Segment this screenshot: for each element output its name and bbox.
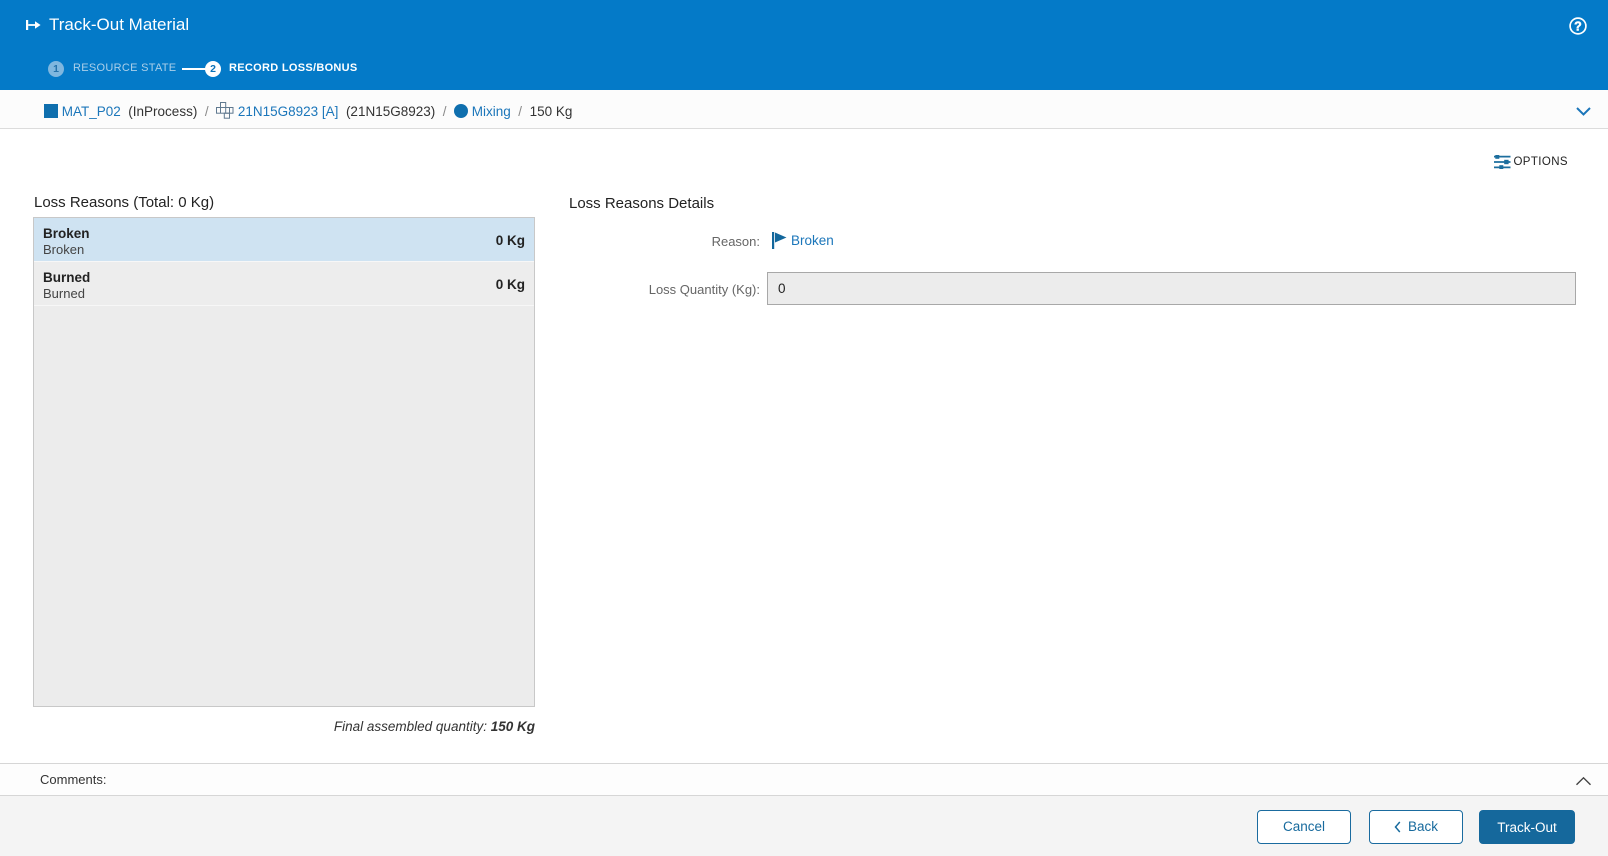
svg-text:?: ?: [1574, 19, 1582, 33]
